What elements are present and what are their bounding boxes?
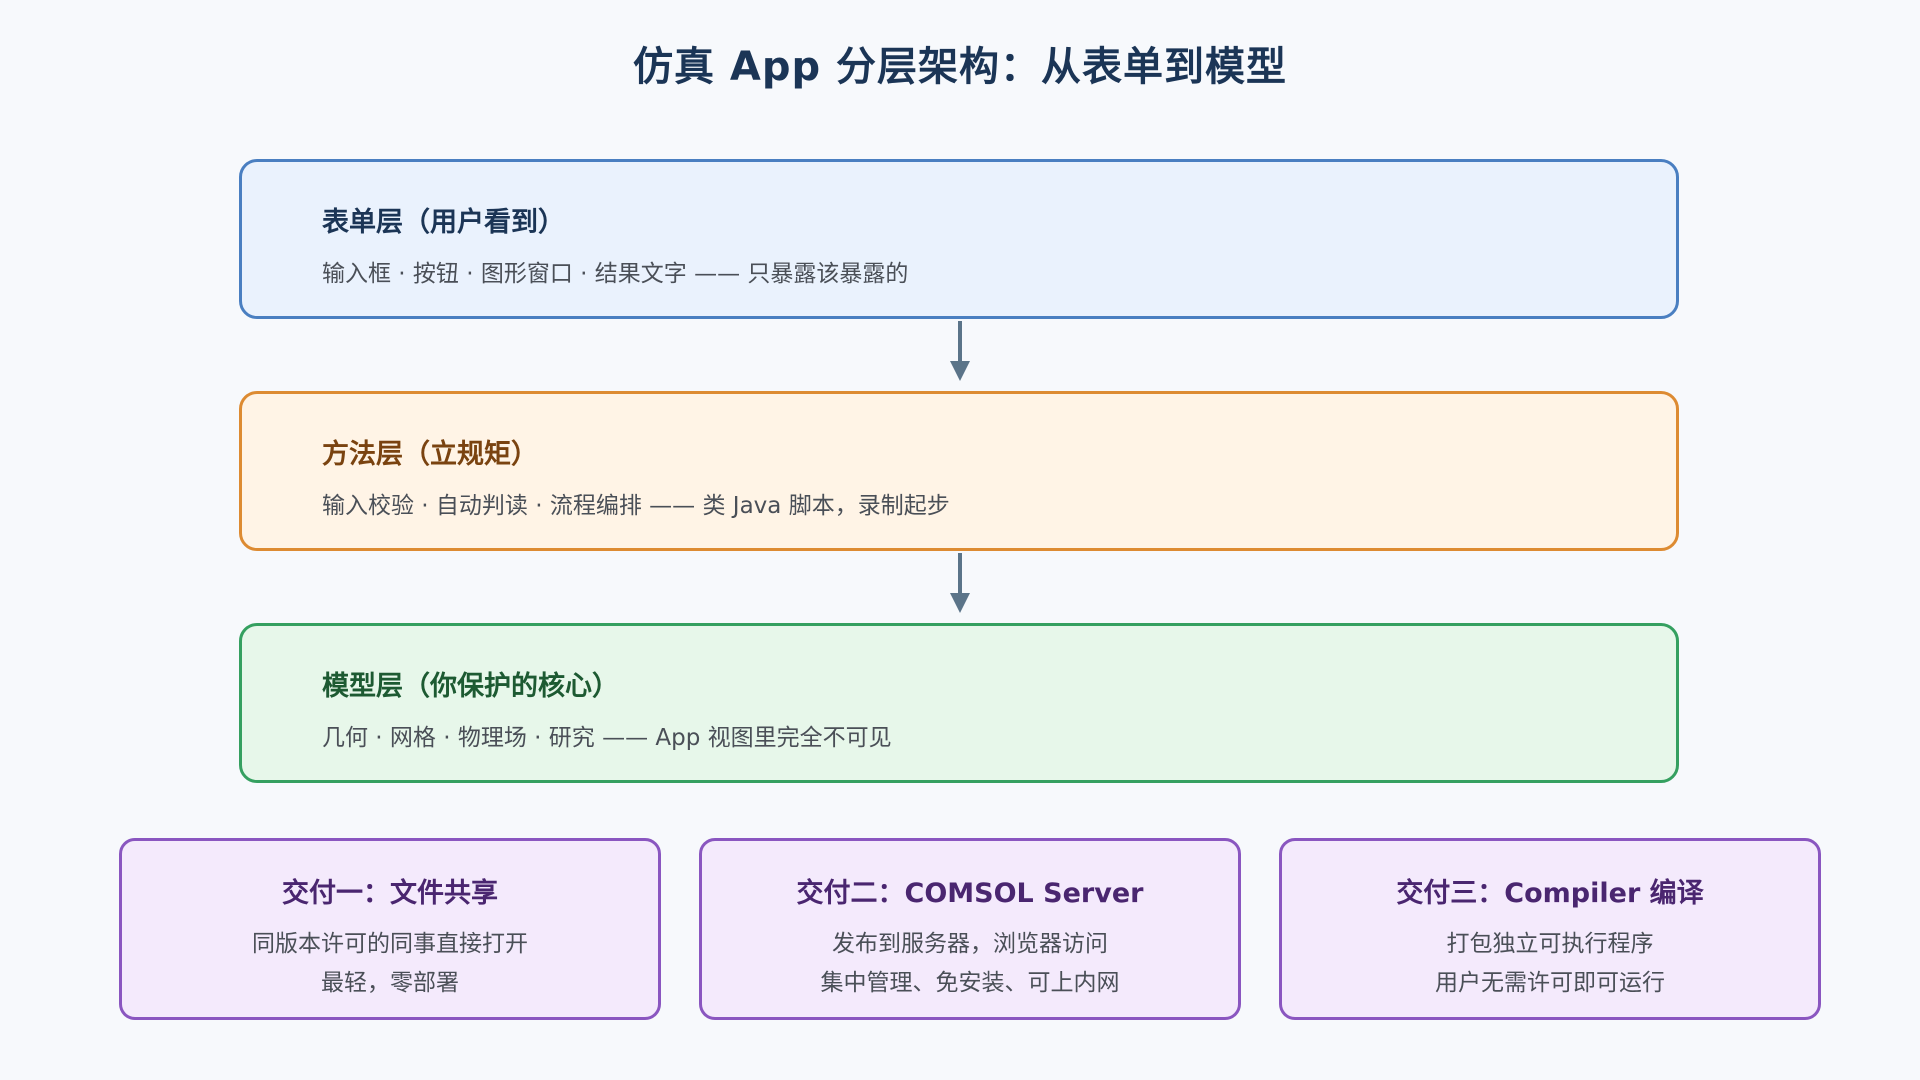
method-layer-title: 方法层（立规矩） <box>322 439 538 470</box>
delivery-line: 同版本许可的同事直接打开 <box>252 931 528 957</box>
delivery-line: 发布到服务器，浏览器访问 <box>832 931 1108 957</box>
model-layer-description: 几何 · 网格 · 物理场 · 研究 —— App 视图里完全不可见 <box>322 725 892 751</box>
delivery-title: 交付一：文件共享 <box>282 878 498 909</box>
form-layer-title: 表单层（用户看到） <box>322 207 565 238</box>
delivery-title: 交付二：COMSOL Server <box>796 878 1144 909</box>
form-layer-description: 输入框 · 按钮 · 图形窗口 · 结果文字 —— 只暴露该暴露的 <box>322 261 909 287</box>
diagram-title: 仿真 App 分层架构：从表单到模型 <box>632 44 1288 90</box>
form-layer-box: 表单层（用户看到） 输入框 · 按钮 · 图形窗口 · 结果文字 —— 只暴露该… <box>239 159 1679 319</box>
delivery-line: 打包独立可执行程序 <box>1446 931 1654 957</box>
method-layer-box: 方法层（立规矩） 输入校验 · 自动判读 · 流程编排 —— 类 Java 脚本… <box>239 391 1679 551</box>
delivery-title: 交付三：Compiler 编译 <box>1396 878 1704 909</box>
method-layer-description: 输入校验 · 自动判读 · 流程编排 —— 类 Java 脚本，录制起步 <box>322 493 950 519</box>
delivery-comsol-server-card: 交付二：COMSOL Server 发布到服务器，浏览器访问 集中管理、免安装、… <box>699 838 1241 1020</box>
delivery-line: 集中管理、免安装、可上内网 <box>820 970 1120 996</box>
arrow-shaft <box>958 553 962 595</box>
arrow-shaft <box>958 321 962 363</box>
delivery-line: 用户无需许可即可运行 <box>1435 970 1665 996</box>
delivery-line: 最轻，零部署 <box>321 970 459 996</box>
arrow-down-icon <box>950 361 970 381</box>
model-layer-title: 模型层（你保护的核心） <box>322 671 619 702</box>
delivery-file-sharing-card: 交付一：文件共享 同版本许可的同事直接打开 最轻，零部署 <box>119 838 661 1020</box>
arrow-down-icon <box>950 593 970 613</box>
model-layer-box: 模型层（你保护的核心） 几何 · 网格 · 物理场 · 研究 —— App 视图… <box>239 623 1679 783</box>
delivery-compiler-card: 交付三：Compiler 编译 打包独立可执行程序 用户无需许可即可运行 <box>1279 838 1821 1020</box>
